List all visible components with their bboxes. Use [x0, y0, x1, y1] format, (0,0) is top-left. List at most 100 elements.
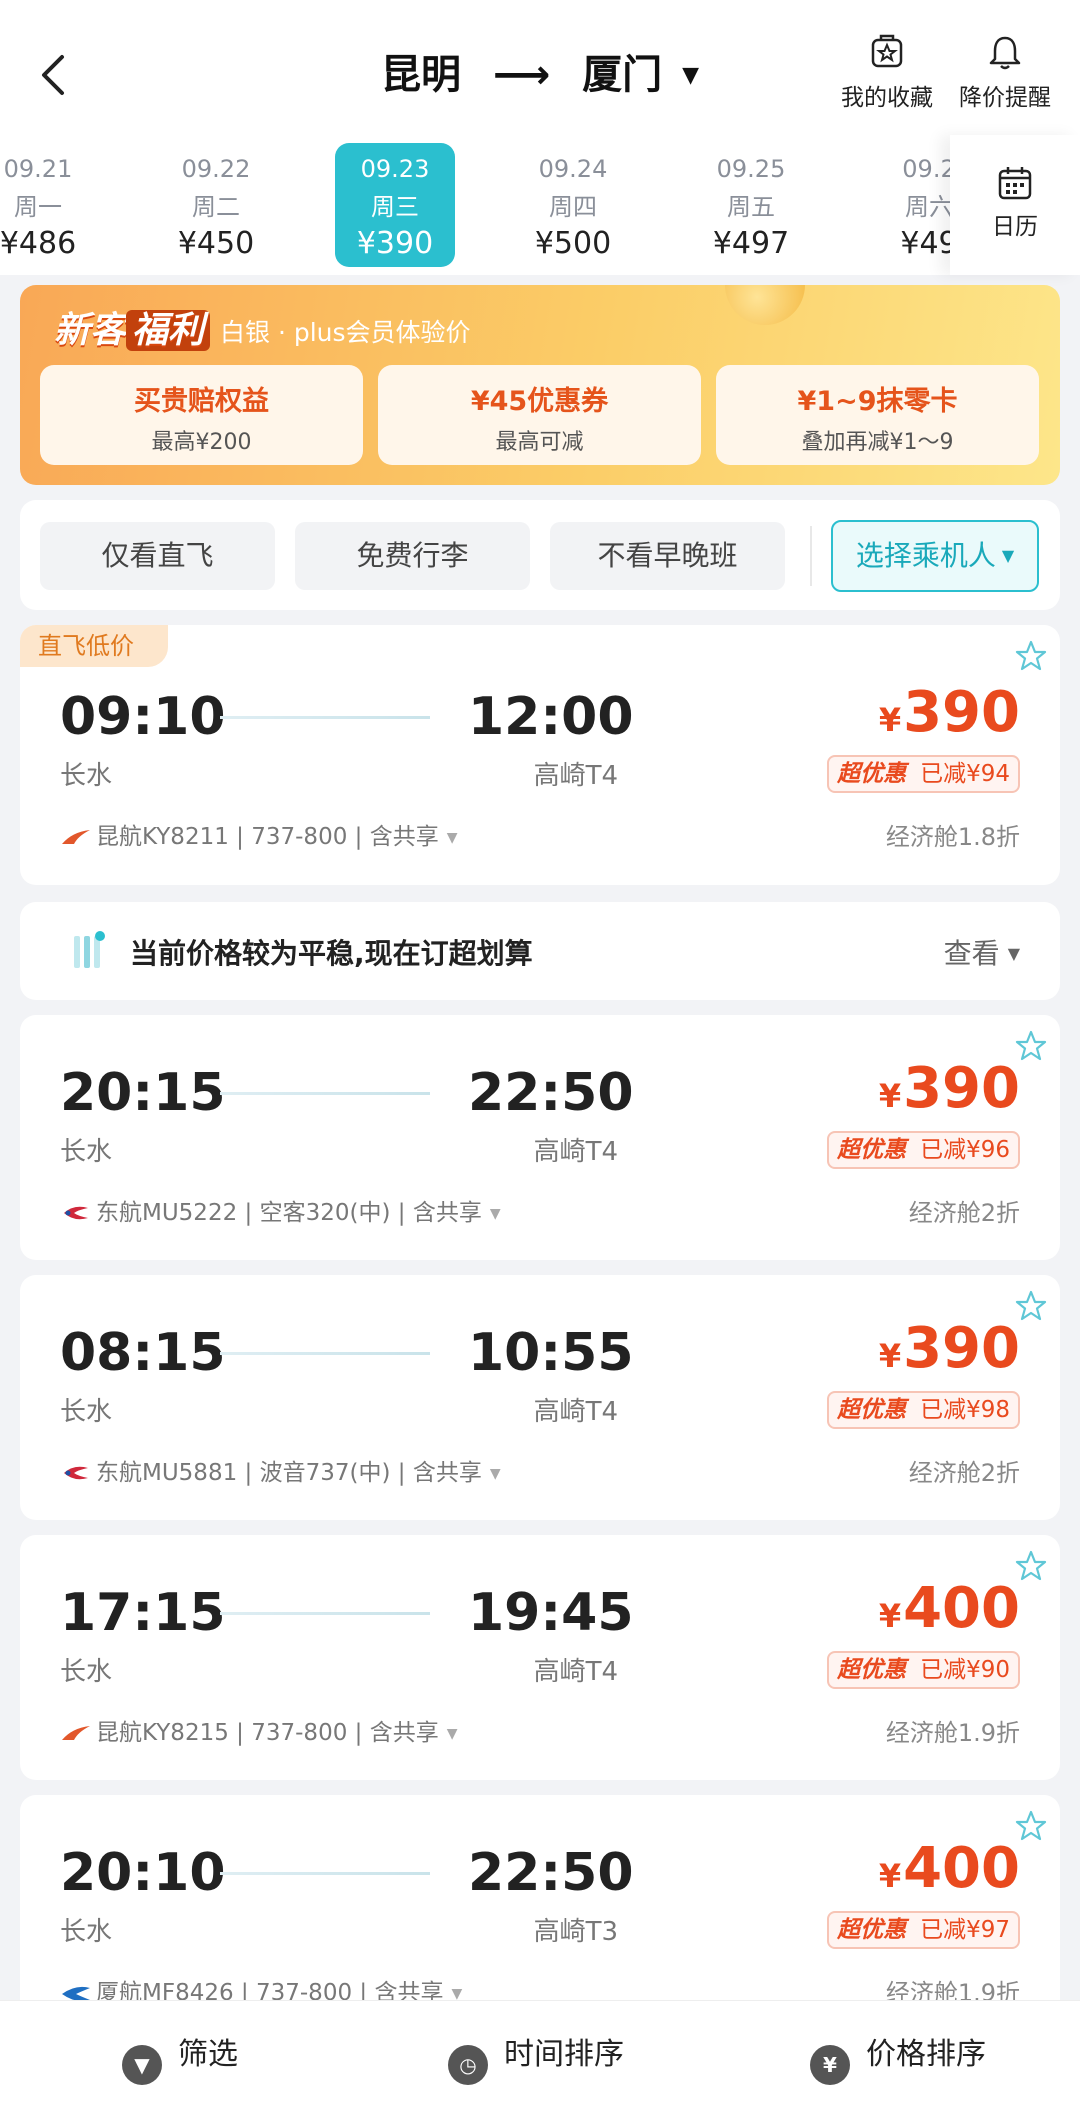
currency-symbol: ¥	[878, 701, 902, 739]
weekday-text: 周三	[371, 193, 419, 221]
arrival-time: 22:50	[468, 1843, 634, 1903]
promo-title: 新客 福利	[54, 301, 211, 353]
filter-free-baggage[interactable]: 免费行李	[295, 522, 530, 590]
price-trend-icon	[74, 931, 105, 968]
coin-decoration	[725, 285, 805, 325]
price-value: 390	[903, 680, 1020, 745]
time-sort-button[interactable]: ◷ 时间排序	[448, 2029, 624, 2085]
price-sort-button[interactable]: ¥ 价格排序	[810, 2029, 986, 2085]
promo-card-sub: 叠加再减¥1～9	[801, 430, 954, 455]
star-icon[interactable]	[1014, 639, 1048, 673]
departure-time: 09:10	[60, 687, 226, 747]
cabin-class: 经济舱2折	[908, 1199, 1020, 1227]
flight-price: ¥400	[879, 1836, 1020, 1901]
weekday-text: 周四	[549, 193, 597, 221]
price-alert-button[interactable]: 降价提醒	[950, 34, 1060, 112]
price-alert-label: 降价提醒	[959, 85, 1051, 111]
bell-icon	[989, 36, 1021, 70]
departure-airport: 长水	[60, 1137, 113, 1167]
flight-price: ¥390	[879, 1056, 1020, 1121]
calendar-button[interactable]: 日历	[950, 135, 1080, 275]
price-trend-tip[interactable]: 当前价格较为平稳,现在订超划算 查看 ▼	[20, 902, 1060, 1000]
discount-amount: 已减¥94	[920, 761, 1010, 787]
promo-card[interactable]: 买贵赔权益 最高¥200	[40, 365, 363, 465]
arrival-airport: 高崎T3	[533, 1917, 618, 1947]
date-item[interactable]: 09.21 周一 ¥486	[0, 143, 98, 267]
flight-card[interactable]: 20:15 22:50 长水 高崎T4 ¥390 超优惠 已减¥96 东航MU52…	[20, 1015, 1060, 1260]
chevron-down-icon[interactable]: ▼	[490, 1466, 501, 1482]
chevron-down-icon[interactable]: ▼	[490, 1206, 501, 1222]
departure-time: 20:15	[60, 1063, 226, 1123]
favorites-label: 我的收藏	[841, 85, 933, 111]
codeshare-label: 含共享	[369, 1720, 439, 1746]
date-item-selected[interactable]: 09.23 周三 ¥390	[335, 143, 455, 267]
calendar-label: 日历	[992, 214, 1038, 240]
promo-card[interactable]: ¥45优惠券 最高可减	[378, 365, 701, 465]
cabin-class: 经济舱2折	[908, 1459, 1020, 1487]
filter-button[interactable]: ▼ 筛选	[122, 2029, 238, 2085]
date-price: ¥450	[177, 226, 255, 261]
date-text: 09.21	[3, 155, 73, 183]
promo-card[interactable]: ¥1~9抹零卡 叠加再减¥1～9	[716, 365, 1039, 465]
departure-airport: 长水	[60, 1657, 113, 1687]
super-deal-label: 超优惠	[837, 1657, 907, 1683]
airline-info: 东航MU5222 | 空客320(中) | 含共享 ▼	[60, 1193, 501, 1227]
promo-banner[interactable]: 新客 福利 白银 · plus会员体验价 买贵赔权益 最高¥200 ¥45优惠券 …	[20, 285, 1060, 485]
weekday-text: 周二	[192, 193, 240, 221]
airline-info: 昆航KY8211 | 737-800 | 含共享 ▼	[60, 817, 458, 851]
kunming-airlines-logo-icon	[62, 1726, 90, 1740]
flight-price: ¥390	[879, 1316, 1020, 1381]
china-eastern-logo-icon	[64, 1466, 88, 1480]
flight-card[interactable]: 08:15 10:55 长水 高崎T4 ¥390 超优惠 已减¥98 东航MU58…	[20, 1275, 1060, 1520]
promo-card-title: ¥45优惠券	[470, 386, 609, 417]
arrival-time: 10:55	[468, 1323, 634, 1383]
flight-card[interactable]: 直飞低价 09:10 12:00 长水 高崎T4 ¥390 超优惠 已减¥94 昆…	[20, 625, 1060, 885]
price-value: 400	[903, 1836, 1020, 1901]
view-trend-button[interactable]: 查看 ▼	[944, 932, 1020, 972]
route-arrow-icon: ⟶	[492, 52, 551, 98]
favorites-button[interactable]: 我的收藏	[827, 34, 947, 112]
passenger-select[interactable]: 选择乘机人 ▼	[831, 520, 1039, 592]
date-price: ¥486	[0, 226, 77, 261]
date-item[interactable]: 09.25 周五 ¥497	[691, 143, 811, 267]
filter-divider	[810, 526, 812, 586]
chevron-down-icon[interactable]: ▼	[447, 1726, 458, 1742]
view-label: 查看	[943, 937, 1000, 970]
price-value: 390	[903, 1056, 1020, 1121]
flight-line	[220, 716, 430, 719]
date-item[interactable]: 09.24 周四 ¥500	[513, 143, 633, 267]
filter-no-red-eye[interactable]: 不看早晚班	[550, 522, 785, 590]
price-value: 390	[903, 1316, 1020, 1381]
filter-direct-only[interactable]: 仅看直飞	[40, 522, 275, 590]
arrival-airport: 高崎T4	[533, 1657, 618, 1687]
super-deal-label: 超优惠	[837, 1397, 907, 1423]
promo-card-title: ¥1~9抹零卡	[797, 386, 958, 417]
flight-line	[220, 1612, 430, 1615]
date-text: 09.24	[538, 155, 608, 183]
flight-line	[220, 1352, 430, 1355]
date-price: ¥390	[356, 226, 434, 261]
departure-time: 20:10	[60, 1843, 226, 1903]
flight-line	[220, 1092, 430, 1095]
cabin-class: 经济舱1.9折	[885, 1719, 1020, 1747]
yen-icon: ¥	[810, 2045, 850, 2085]
currency-symbol: ¥	[878, 1337, 902, 1375]
discount-amount: 已减¥96	[920, 1137, 1010, 1163]
destination-city: 厦门	[582, 52, 663, 98]
flight-card[interactable]: 17:15 19:45 长水 高崎T4 ¥400 超优惠 已减¥90 昆航KY82…	[20, 1535, 1060, 1780]
discount-badge: 超优惠 已减¥94	[827, 755, 1020, 793]
arrival-airport: 高崎T4	[533, 1397, 618, 1427]
cabin-class: 经济舱1.8折	[885, 823, 1020, 851]
chevron-down-icon[interactable]: ▼	[447, 830, 458, 846]
flight-number: 昆航KY8215	[96, 1720, 229, 1746]
currency-symbol: ¥	[878, 1077, 902, 1115]
date-item[interactable]: 09.22 周二 ¥450	[156, 143, 276, 267]
discount-badge: 超优惠 已减¥97	[827, 1911, 1020, 1949]
price-value: 400	[903, 1576, 1020, 1641]
calendar-icon	[998, 167, 1032, 200]
super-deal-label: 超优惠	[837, 1137, 907, 1163]
aircraft-type: 空客320(中)	[259, 1200, 391, 1226]
currency-symbol: ¥	[878, 1857, 902, 1895]
departure-airport: 长水	[60, 1397, 113, 1427]
super-deal-label: 超优惠	[837, 1917, 907, 1943]
